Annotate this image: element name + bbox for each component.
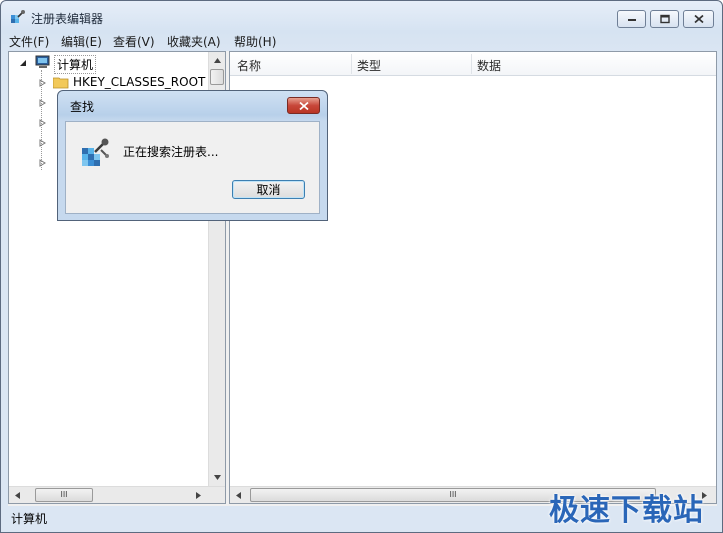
close-icon: [298, 101, 309, 110]
dialog-message: 正在搜索注册表...: [123, 145, 219, 159]
menu-favorites[interactable]: 收藏夹(A): [167, 33, 221, 50]
title-bar: 注册表编辑器: [1, 1, 722, 31]
folder-icon: [53, 77, 69, 89]
column-header-type[interactable]: 类型: [357, 57, 381, 74]
find-dialog: 查找 正在搜索注册表... 取消: [57, 90, 328, 221]
scroll-left-arrow-icon[interactable]: [13, 491, 22, 500]
cancel-button[interactable]: 取消: [232, 180, 305, 199]
tree-horizontal-scrollbar[interactable]: III: [9, 486, 225, 503]
computer-icon: [35, 55, 50, 68]
scroll-right-arrow-icon[interactable]: [194, 491, 203, 500]
collapse-arrow-icon: [20, 60, 26, 66]
minimize-button[interactable]: [617, 10, 646, 28]
menu-file[interactable]: 文件(F): [9, 33, 49, 50]
menu-bar: 文件(F) 编辑(E) 查看(V) 收藏夹(A) 帮助(H): [1, 31, 722, 51]
expand-arrow-icon: [39, 139, 46, 147]
menu-help[interactable]: 帮助(H): [234, 33, 276, 50]
registry-search-icon: [82, 138, 109, 166]
watermark-logo: 极速下载站: [549, 493, 704, 528]
tree-vertical-scroll-thumb[interactable]: [210, 69, 224, 85]
close-button[interactable]: [683, 10, 714, 28]
dialog-close-button[interactable]: [287, 97, 320, 114]
tree-node-label: HKEY_CLASSES_ROOT: [73, 75, 206, 89]
scroll-left-arrow-icon[interactable]: [234, 491, 243, 500]
column-divider[interactable]: [471, 54, 472, 74]
dialog-title: 查找: [70, 100, 95, 114]
expand-arrow-icon: [39, 119, 46, 127]
close-icon: [693, 14, 704, 24]
menu-view[interactable]: 查看(V): [113, 33, 155, 50]
maximize-button[interactable]: [650, 10, 679, 28]
minimize-icon: [627, 19, 636, 21]
scroll-down-arrow-icon[interactable]: [213, 473, 222, 482]
expand-arrow-icon: [39, 99, 46, 107]
dialog-body: 正在搜索注册表... 取消: [65, 121, 320, 214]
status-path: 计算机: [11, 512, 48, 526]
list-header: 名称 类型 数据: [230, 52, 716, 76]
tree-horizontal-scroll-thumb[interactable]: III: [35, 488, 93, 502]
expand-arrow-icon: [39, 159, 46, 167]
window-title: 注册表编辑器: [31, 12, 104, 26]
column-header-name[interactable]: 名称: [237, 57, 261, 74]
expand-arrow-icon: [39, 79, 46, 87]
menu-edit[interactable]: 编辑(E): [61, 33, 102, 50]
tree-node-label: 计算机: [54, 55, 97, 74]
column-header-data[interactable]: 数据: [477, 57, 501, 74]
scroll-up-arrow-icon[interactable]: [213, 56, 222, 65]
column-divider[interactable]: [351, 54, 352, 74]
registry-editor-window: 注册表编辑器 文件(F) 编辑(E) 查看(V) 收藏夹(A) 帮助(H) 计算…: [0, 0, 723, 533]
maximize-icon: [659, 14, 670, 24]
registry-app-icon: [11, 10, 25, 23]
